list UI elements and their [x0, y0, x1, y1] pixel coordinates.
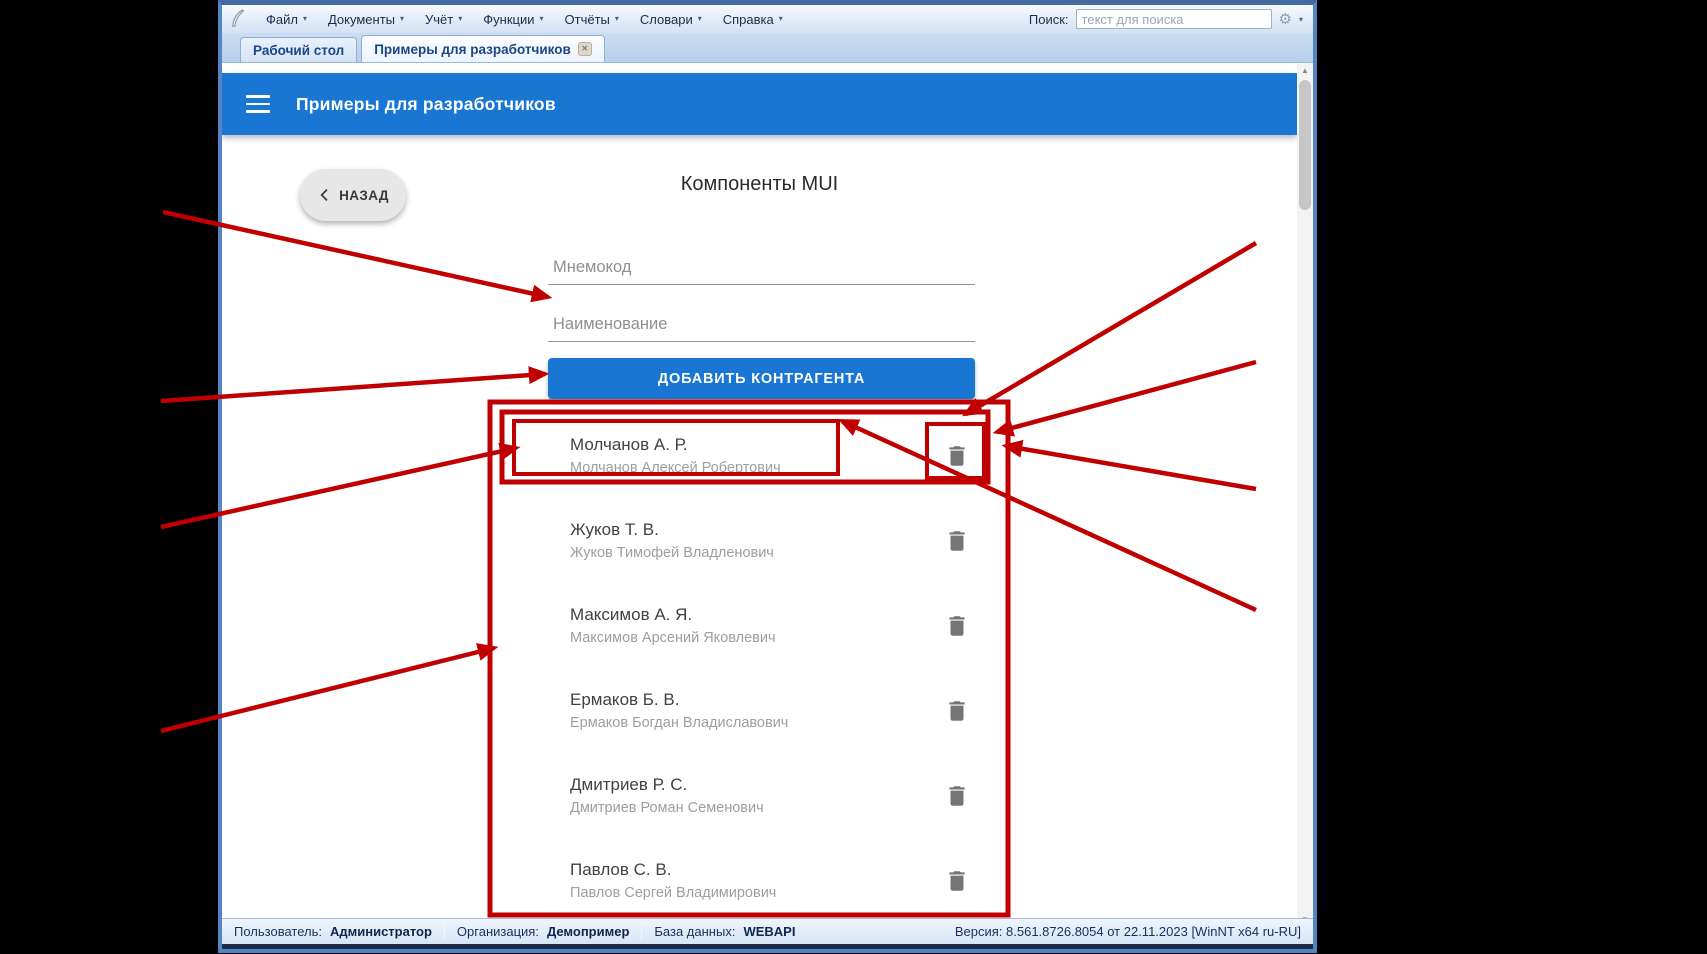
menu-item-1[interactable]: Файл ▾	[266, 12, 307, 27]
menu-item-5[interactable]: Отчёты ▾	[565, 12, 619, 27]
menu-item-label: Отчёты	[565, 12, 610, 27]
trash-icon	[944, 698, 970, 724]
chevron-down-icon: ▾	[458, 15, 462, 23]
menu-item-label: Функции	[483, 12, 534, 27]
chevron-down-icon: ▾	[615, 15, 619, 23]
gear-icon[interactable]: ⚙	[1279, 12, 1292, 27]
scrollbar-thumb[interactable]	[1299, 80, 1311, 210]
close-icon[interactable]: ✕	[578, 42, 592, 56]
list-item: Максимов А. Я. Максимов Арсений Яковлевич	[570, 605, 1210, 659]
status-field-label: База данных:	[654, 924, 735, 939]
status-field-value: Администратор	[330, 924, 432, 939]
trash-icon	[944, 528, 970, 554]
trash-icon	[944, 613, 970, 639]
list-item-secondary: Жуков Тимофей Владленович	[570, 545, 1210, 561]
scroll-up-icon[interactable]: ▲	[1297, 63, 1313, 78]
menu-item-label: Учёт	[425, 12, 453, 27]
list-item-primary: Ермаков Б. В.	[570, 690, 1210, 710]
list-item-primary: Павлов С. В.	[570, 860, 1210, 880]
menu-item-3[interactable]: Учёт ▾	[425, 12, 462, 27]
application-window: Файл▾Документы▾Учёт▾Функции▾Отчёты▾Слова…	[218, 0, 1317, 953]
search-label: Поиск:	[1029, 12, 1069, 27]
list-item-secondary: Максимов Арсений Яковлевич	[570, 630, 1210, 646]
chevron-down-icon: ▾	[303, 15, 307, 23]
chevron-down-icon: ▾	[400, 15, 404, 23]
tab-label: Примеры для разработчиков	[374, 42, 571, 57]
list-item: Павлов С. В. Павлов Сергей Владимирович	[570, 860, 1210, 914]
list-item: Ермаков Б. В. Ермаков Богдан Владиславови…	[570, 690, 1210, 744]
status-separator	[444, 924, 445, 940]
list-item-secondary: Павлов Сергей Владимирович	[570, 885, 1210, 901]
page-title: Компоненты MUI	[222, 173, 1297, 196]
tab-strip: Рабочий стол Примеры для разработчиков ✕	[222, 33, 1313, 63]
menu-item-label: Словари	[640, 12, 693, 27]
status-field-value: Демопример	[547, 924, 629, 939]
list-item-secondary: Молчанов Алексей Робертович	[570, 460, 1210, 476]
screenshot-stage: Файл▾Документы▾Учёт▾Функции▾Отчёты▾Слова…	[0, 0, 1707, 954]
version-label: Версия: 8.561.8726.8054 от 22.11.2023 [W…	[955, 924, 1301, 939]
hamburger-icon[interactable]	[246, 95, 270, 113]
chevron-down-icon: ▾	[779, 15, 783, 23]
tab-2[interactable]: Примеры для разработчиков ✕	[361, 35, 605, 62]
menu-item-7[interactable]: Справка ▾	[723, 12, 783, 27]
name-field[interactable]	[548, 308, 975, 342]
delete-button[interactable]	[941, 781, 973, 813]
window-bottom-edge	[222, 944, 1313, 949]
list-item-primary: Дмитриев Р. С.	[570, 775, 1210, 795]
list-item-primary: Максимов А. Я.	[570, 605, 1210, 625]
menu-item-label: Справка	[723, 12, 774, 27]
menu-item-2[interactable]: Документы ▾	[328, 12, 404, 27]
status-separator	[641, 924, 642, 940]
menu-item-label: Файл	[266, 12, 298, 27]
delete-button[interactable]	[941, 526, 973, 558]
trash-icon	[944, 868, 970, 894]
status-bar: Пользователь: Администратор Организация: Де…	[222, 918, 1313, 944]
menu-bar: Файл▾Документы▾Учёт▾Функции▾Отчёты▾Слова…	[222, 5, 1313, 33]
search-area: Поиск: ⚙ ▾	[1029, 9, 1303, 29]
list-item-primary: Молчанов А. Р.	[570, 435, 1210, 455]
delete-button[interactable]	[941, 611, 973, 643]
trash-icon	[944, 783, 970, 809]
mnemocode-field[interactable]	[548, 251, 975, 285]
app-header: Примеры для разработчиков	[222, 73, 1297, 135]
delete-button[interactable]	[941, 441, 973, 473]
chevron-down-icon: ▾	[698, 15, 702, 23]
menu-item-6[interactable]: Словари ▾	[640, 12, 702, 27]
trash-icon	[944, 443, 970, 469]
chevron-down-icon: ▾	[539, 15, 543, 23]
list-item: Жуков Т. В. Жуков Тимофей Владленович	[570, 520, 1210, 574]
status-field-value: WEBAPI	[743, 924, 795, 939]
content-scrollbar[interactable]: ▲ ▼	[1297, 63, 1313, 927]
list-item-secondary: Ермаков Богдан Владиславович	[570, 715, 1210, 731]
list-item: Молчанов А. Р. Молчанов Алексей Робертови…	[570, 435, 1210, 489]
chevron-down-icon[interactable]: ▾	[1299, 15, 1303, 24]
tab-1[interactable]: Рабочий стол	[240, 37, 357, 62]
status-fields: Пользователь: Администратор Организация: Де…	[234, 924, 795, 940]
list-item-primary: Жуков Т. В.	[570, 520, 1210, 540]
list-item-secondary: Дмитриев Роман Семенович	[570, 800, 1210, 816]
list-item: Дмитриев Р. С. Дмитриев Роман Семенович	[570, 775, 1210, 829]
app-header-title: Примеры для разработчиков	[296, 94, 556, 115]
menu-item-label: Документы	[328, 12, 395, 27]
menu-items: Файл▾Документы▾Учёт▾Функции▾Отчёты▾Слова…	[266, 12, 783, 27]
menu-item-4[interactable]: Функции ▾	[483, 12, 543, 27]
quill-icon	[230, 9, 248, 29]
delete-button[interactable]	[941, 696, 973, 728]
delete-button[interactable]	[941, 866, 973, 898]
status-field-label: Организация:	[457, 924, 539, 939]
tab-label: Рабочий стол	[253, 43, 344, 58]
web-content: Примеры для разработчиков НАЗАД Компонен…	[222, 63, 1313, 927]
status-field-label: Пользователь:	[234, 924, 322, 939]
add-contractor-button[interactable]: ДОБАВИТЬ КОНТРАГЕНТА	[548, 358, 975, 399]
search-input[interactable]	[1076, 9, 1272, 29]
